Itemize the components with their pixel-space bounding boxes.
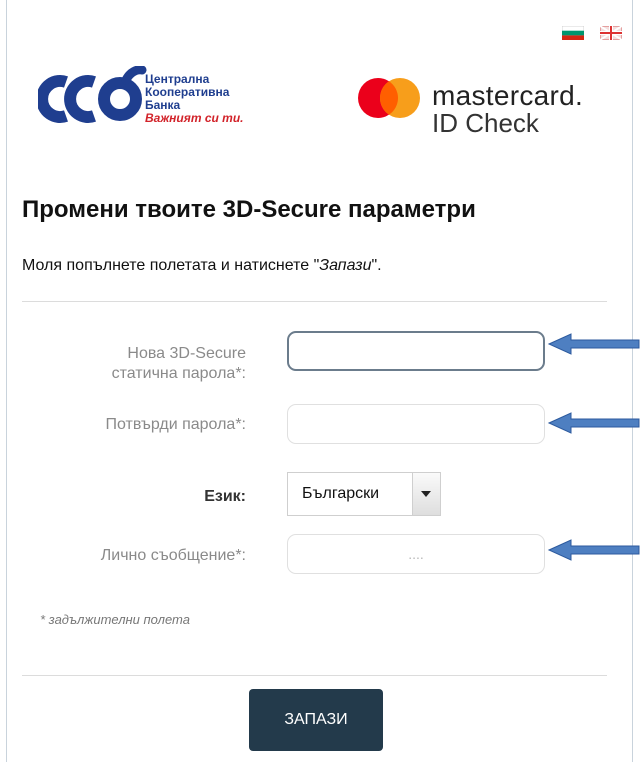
personal-message-label: Лично съобщение*: — [100, 547, 246, 564]
instruction-prefix: Моля попълнете полетата и натиснете " — [22, 257, 320, 274]
new-password-label-line1: Нова 3D-Secure — [127, 345, 246, 362]
divider — [22, 675, 607, 676]
uk-flag-icon[interactable] — [600, 26, 622, 40]
instruction-text: Моля попълнете полетата и натиснете "Зап… — [22, 257, 382, 275]
language-selected-value: Български — [302, 485, 380, 502]
new-password-label: Нова 3D-Secure статична парола*: — [112, 344, 246, 384]
new-password-label-line2: статична парола*: — [111, 365, 246, 382]
mastercard-logo-icon — [358, 78, 420, 118]
bank-name: Централна Кооперативна Банка Важният си … — [145, 73, 244, 125]
mastercard-wordmark: mastercard. — [432, 80, 584, 111]
arrow-left-icon — [547, 333, 640, 355]
instruction-suffix: ". — [371, 257, 382, 274]
divider — [22, 301, 607, 302]
new-password-input[interactable] — [287, 331, 545, 371]
language-label: Език: — [204, 488, 246, 505]
bulgarian-flag-icon[interactable] — [562, 26, 584, 40]
save-button[interactable]: ЗАПАЗИ — [249, 689, 383, 751]
id-check-wordmark: ID Check — [432, 108, 539, 138]
bank-slogan: Важният си ти. — [145, 111, 244, 125]
required-fields-note: * задължителни полета — [40, 612, 190, 627]
page-title: Промени твоите 3D-Secure параметри — [22, 196, 476, 223]
confirm-password-input[interactable] — [287, 404, 545, 444]
language-select[interactable]: Български — [287, 472, 441, 516]
arrow-left-icon — [547, 412, 640, 434]
dropdown-button[interactable] — [412, 473, 440, 515]
caret-down-icon — [421, 491, 431, 497]
instruction-action: Запази — [319, 257, 372, 274]
arrow-left-icon — [547, 539, 640, 561]
personal-message-input[interactable] — [287, 534, 545, 574]
confirm-password-label: Потвърди парола*: — [105, 416, 246, 433]
